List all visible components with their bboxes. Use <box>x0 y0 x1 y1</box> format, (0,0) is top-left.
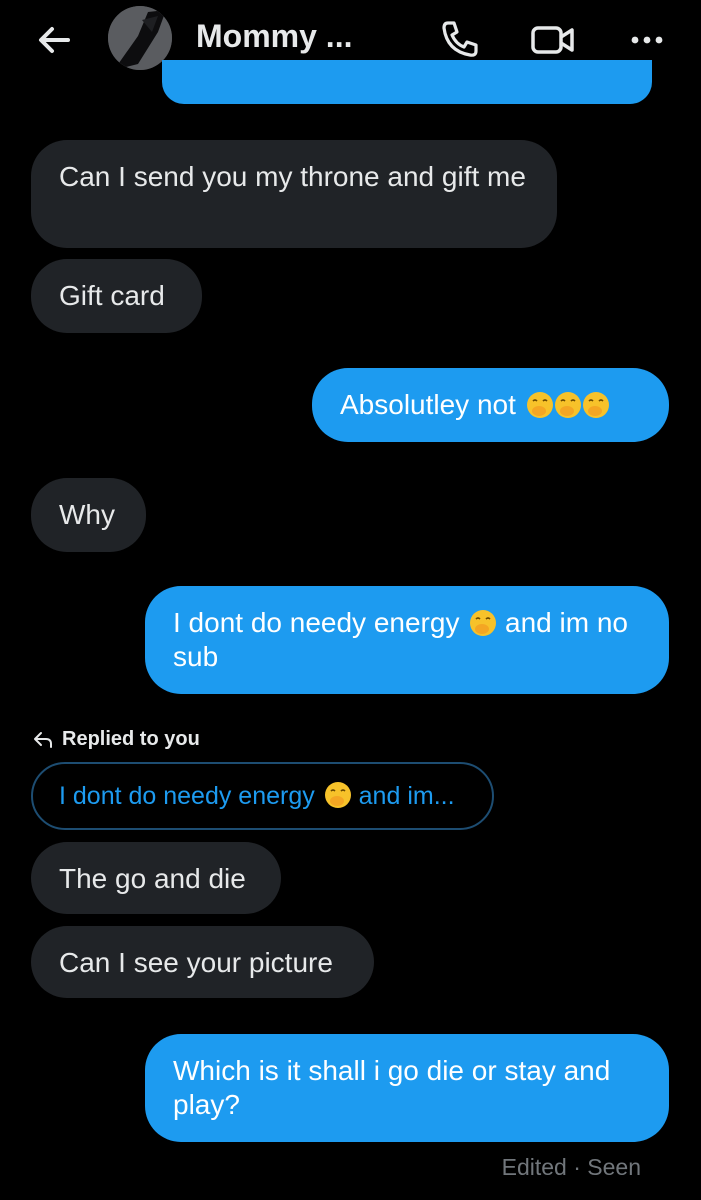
face-with-hand-over-mouth-emoji-icon <box>582 392 609 418</box>
face-with-hand-over-mouth-emoji-icon <box>470 610 497 636</box>
reply-indicator: Replied to you <box>32 728 200 751</box>
phone-icon[interactable] <box>439 18 481 60</box>
outgoing-message-bubble-cutoff[interactable] <box>162 60 652 104</box>
quoted-text: I dont do needy energy <box>59 782 315 810</box>
incoming-message-bubble[interactable]: Gift card <box>31 259 202 333</box>
message-text: Which is it shall i go die or stay and p… <box>173 1055 611 1120</box>
back-arrow-icon[interactable] <box>34 20 74 60</box>
reply-label: Replied to you <box>62 728 200 750</box>
message-text: Can I see your picture <box>59 947 333 978</box>
contact-name[interactable]: Mommy ... <box>196 18 352 55</box>
message-status: Edited · Seen <box>501 1154 641 1180</box>
incoming-message-bubble[interactable]: The go and die <box>31 842 281 914</box>
reply-arrow-icon <box>34 731 52 748</box>
outgoing-message-bubble[interactable]: Absolutley not <box>312 368 669 442</box>
message-text: Why <box>59 499 115 530</box>
message-text: Can I send you my throne and gift me <box>59 161 526 192</box>
face-with-hand-over-mouth-emoji-icon <box>324 782 351 808</box>
face-with-hand-over-mouth-emoji-icon <box>526 392 553 418</box>
more-dots-icon[interactable] <box>627 20 667 60</box>
message-text: The go and die <box>59 863 246 894</box>
quoted-text: and im... <box>358 782 455 810</box>
message-text: I dont do needy energy <box>173 607 460 638</box>
video-camera-icon[interactable] <box>529 20 577 60</box>
message-text: Gift card <box>59 280 165 311</box>
message-text: Absolutley not <box>340 389 516 420</box>
quoted-message[interactable]: I dont do needy energy and im... <box>31 762 494 830</box>
incoming-message-bubble[interactable]: Can I see your picture <box>31 926 374 998</box>
incoming-message-bubble[interactable]: Why <box>31 478 146 552</box>
incoming-message-bubble[interactable]: Can I send you my throne and gift me <box>31 140 557 248</box>
outgoing-message-bubble[interactable]: Which is it shall i go die or stay and p… <box>145 1034 669 1142</box>
face-with-hand-over-mouth-emoji-icon <box>554 392 581 418</box>
outgoing-message-bubble[interactable]: I dont do needy energy and im no sub <box>145 586 669 694</box>
